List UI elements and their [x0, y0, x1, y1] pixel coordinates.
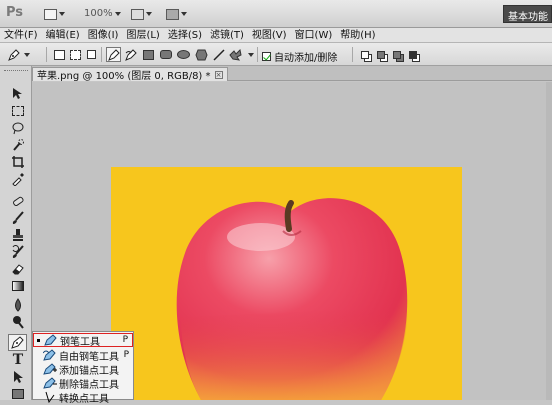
- pen-tool-icon: [11, 336, 24, 349]
- screen-mode-button[interactable]: [166, 6, 187, 22]
- gradient-tool-icon[interactable]: [10, 278, 26, 294]
- dodge-tool-icon[interactable]: [10, 314, 26, 330]
- quick-selection-tool-icon[interactable]: [10, 137, 26, 153]
- rounded-rectangle-tool-icon[interactable]: [158, 47, 173, 62]
- history-brush-tool-icon[interactable]: [10, 244, 26, 260]
- auto-add-delete-option[interactable]: 自动添加/删除: [262, 49, 337, 64]
- menu-edit[interactable]: 编辑(E): [42, 28, 84, 42]
- lasso-tool-icon[interactable]: [10, 120, 26, 136]
- eraser-tool-icon[interactable]: [10, 261, 26, 277]
- menu-help[interactable]: 帮助(H): [336, 28, 379, 42]
- flyout-item-convert-point[interactable]: 转换点工具: [33, 390, 133, 405]
- menu-select[interactable]: 选择(S): [164, 28, 206, 42]
- flyout-item-pen[interactable]: 钢笔工具 P: [33, 333, 133, 348]
- flyout-item-label: 删除锚点工具: [59, 379, 119, 391]
- apple-image: [111, 167, 462, 400]
- zoom-level[interactable]: 100%: [84, 8, 113, 19]
- eyedropper-tool-icon[interactable]: [10, 171, 26, 187]
- rectangle-tool-icon[interactable]: [141, 47, 156, 62]
- document-tab-bar: 苹果.png @ 100% (图层 0, RGB/8) * ×: [32, 66, 552, 82]
- crop-tool-icon[interactable]: [10, 154, 26, 170]
- pen-tool-flyout: 钢笔工具 P 自由钢笔工具 P 添加锚点工具 删除锚点工具 转换点工具: [32, 331, 134, 405]
- line-tool-icon[interactable]: [211, 47, 226, 62]
- launch-bridge-button[interactable]: [44, 6, 65, 22]
- auto-add-delete-label: 自动添加/删除: [274, 53, 338, 64]
- clone-stamp-tool-icon[interactable]: [10, 227, 26, 243]
- menu-bar: 文件(F) 编辑(E) 图像(I) 图层(L) 选择(S) 滤镜(T) 视图(V…: [0, 28, 552, 43]
- flyout-shortcut: P: [122, 335, 128, 345]
- flyout-item-label: 自由钢笔工具: [59, 351, 119, 363]
- freeform-pen-option-icon[interactable]: [123, 47, 138, 62]
- combine-path-icon[interactable]: [357, 47, 372, 62]
- workspace-button[interactable]: 基本功能: [503, 5, 552, 23]
- close-icon[interactable]: ×: [214, 70, 223, 79]
- menu-image[interactable]: 图像(I): [84, 28, 123, 42]
- convert-point-icon: [43, 391, 57, 403]
- move-tool-icon[interactable]: [10, 86, 26, 102]
- flyout-item-delete-anchor[interactable]: 删除锚点工具: [33, 376, 133, 391]
- pen-icon: [44, 334, 58, 346]
- document-tab-title: 苹果.png @ 100% (图层 0, RGB/8) *: [37, 71, 211, 82]
- tool-preset-picker-icon[interactable]: [6, 47, 21, 62]
- flyout-shortcut: P: [123, 350, 129, 360]
- zoom-dropdown-icon[interactable]: [115, 12, 121, 16]
- blur-tool-icon[interactable]: [10, 297, 26, 313]
- flyout-item-label: 钢笔工具: [60, 336, 100, 348]
- geometry-options-dropdown-icon[interactable]: [248, 53, 254, 57]
- menu-filter[interactable]: 滤镜(T): [206, 28, 248, 42]
- menu-window[interactable]: 窗口(W): [291, 28, 337, 42]
- add-anchor-icon: [43, 363, 57, 375]
- tool-preset-dropdown-icon[interactable]: [24, 53, 30, 57]
- flyout-item-label: 添加锚点工具: [59, 365, 119, 377]
- selected-bullet: [37, 339, 40, 342]
- pen-tool-option-icon[interactable]: [106, 47, 121, 62]
- marquee-tool-icon[interactable]: [10, 103, 26, 119]
- app-logo: Ps: [6, 5, 24, 20]
- subtract-path-icon[interactable]: [373, 47, 388, 62]
- brush-tool-icon[interactable]: [10, 210, 26, 226]
- paths-mode-icon[interactable]: [68, 47, 83, 62]
- type-tool-icon[interactable]: T: [10, 352, 26, 368]
- auto-add-delete-checkbox[interactable]: [262, 52, 271, 61]
- flyout-item-label: 转换点工具: [59, 393, 109, 405]
- flyout-item-add-anchor[interactable]: 添加锚点工具: [33, 362, 133, 377]
- menu-layer[interactable]: 图层(L): [122, 28, 163, 42]
- exclude-path-icon[interactable]: [405, 47, 420, 62]
- delete-anchor-icon: [43, 377, 57, 389]
- toolbox-grip[interactable]: [4, 70, 28, 73]
- path-selection-tool-icon[interactable]: [10, 369, 26, 385]
- arrange-documents-button[interactable]: [131, 6, 152, 22]
- pen-tool-button[interactable]: [8, 334, 27, 351]
- polygon-tool-icon[interactable]: [194, 47, 209, 62]
- menu-view[interactable]: 视图(V): [248, 28, 291, 42]
- custom-shape-tool-icon[interactable]: [228, 47, 243, 62]
- flyout-item-freeform-pen[interactable]: 自由钢笔工具 P: [33, 348, 133, 363]
- menu-file[interactable]: 文件(F): [0, 28, 42, 42]
- spot-healing-brush-tool-icon[interactable]: [10, 193, 26, 209]
- scrollbar-track[interactable]: [546, 82, 552, 400]
- freeform-pen-icon: [43, 349, 57, 361]
- shape-layers-icon[interactable]: [52, 47, 67, 62]
- ellipse-tool-icon[interactable]: [176, 47, 191, 62]
- application-bar: Ps 100% 基本功能: [0, 0, 552, 28]
- fill-pixels-icon[interactable]: [84, 47, 99, 62]
- apple-illustration: [176, 198, 408, 400]
- intersect-path-icon[interactable]: [389, 47, 404, 62]
- document-tab[interactable]: 苹果.png @ 100% (图层 0, RGB/8) * ×: [32, 67, 228, 82]
- options-bar: 自动添加/删除: [0, 43, 552, 66]
